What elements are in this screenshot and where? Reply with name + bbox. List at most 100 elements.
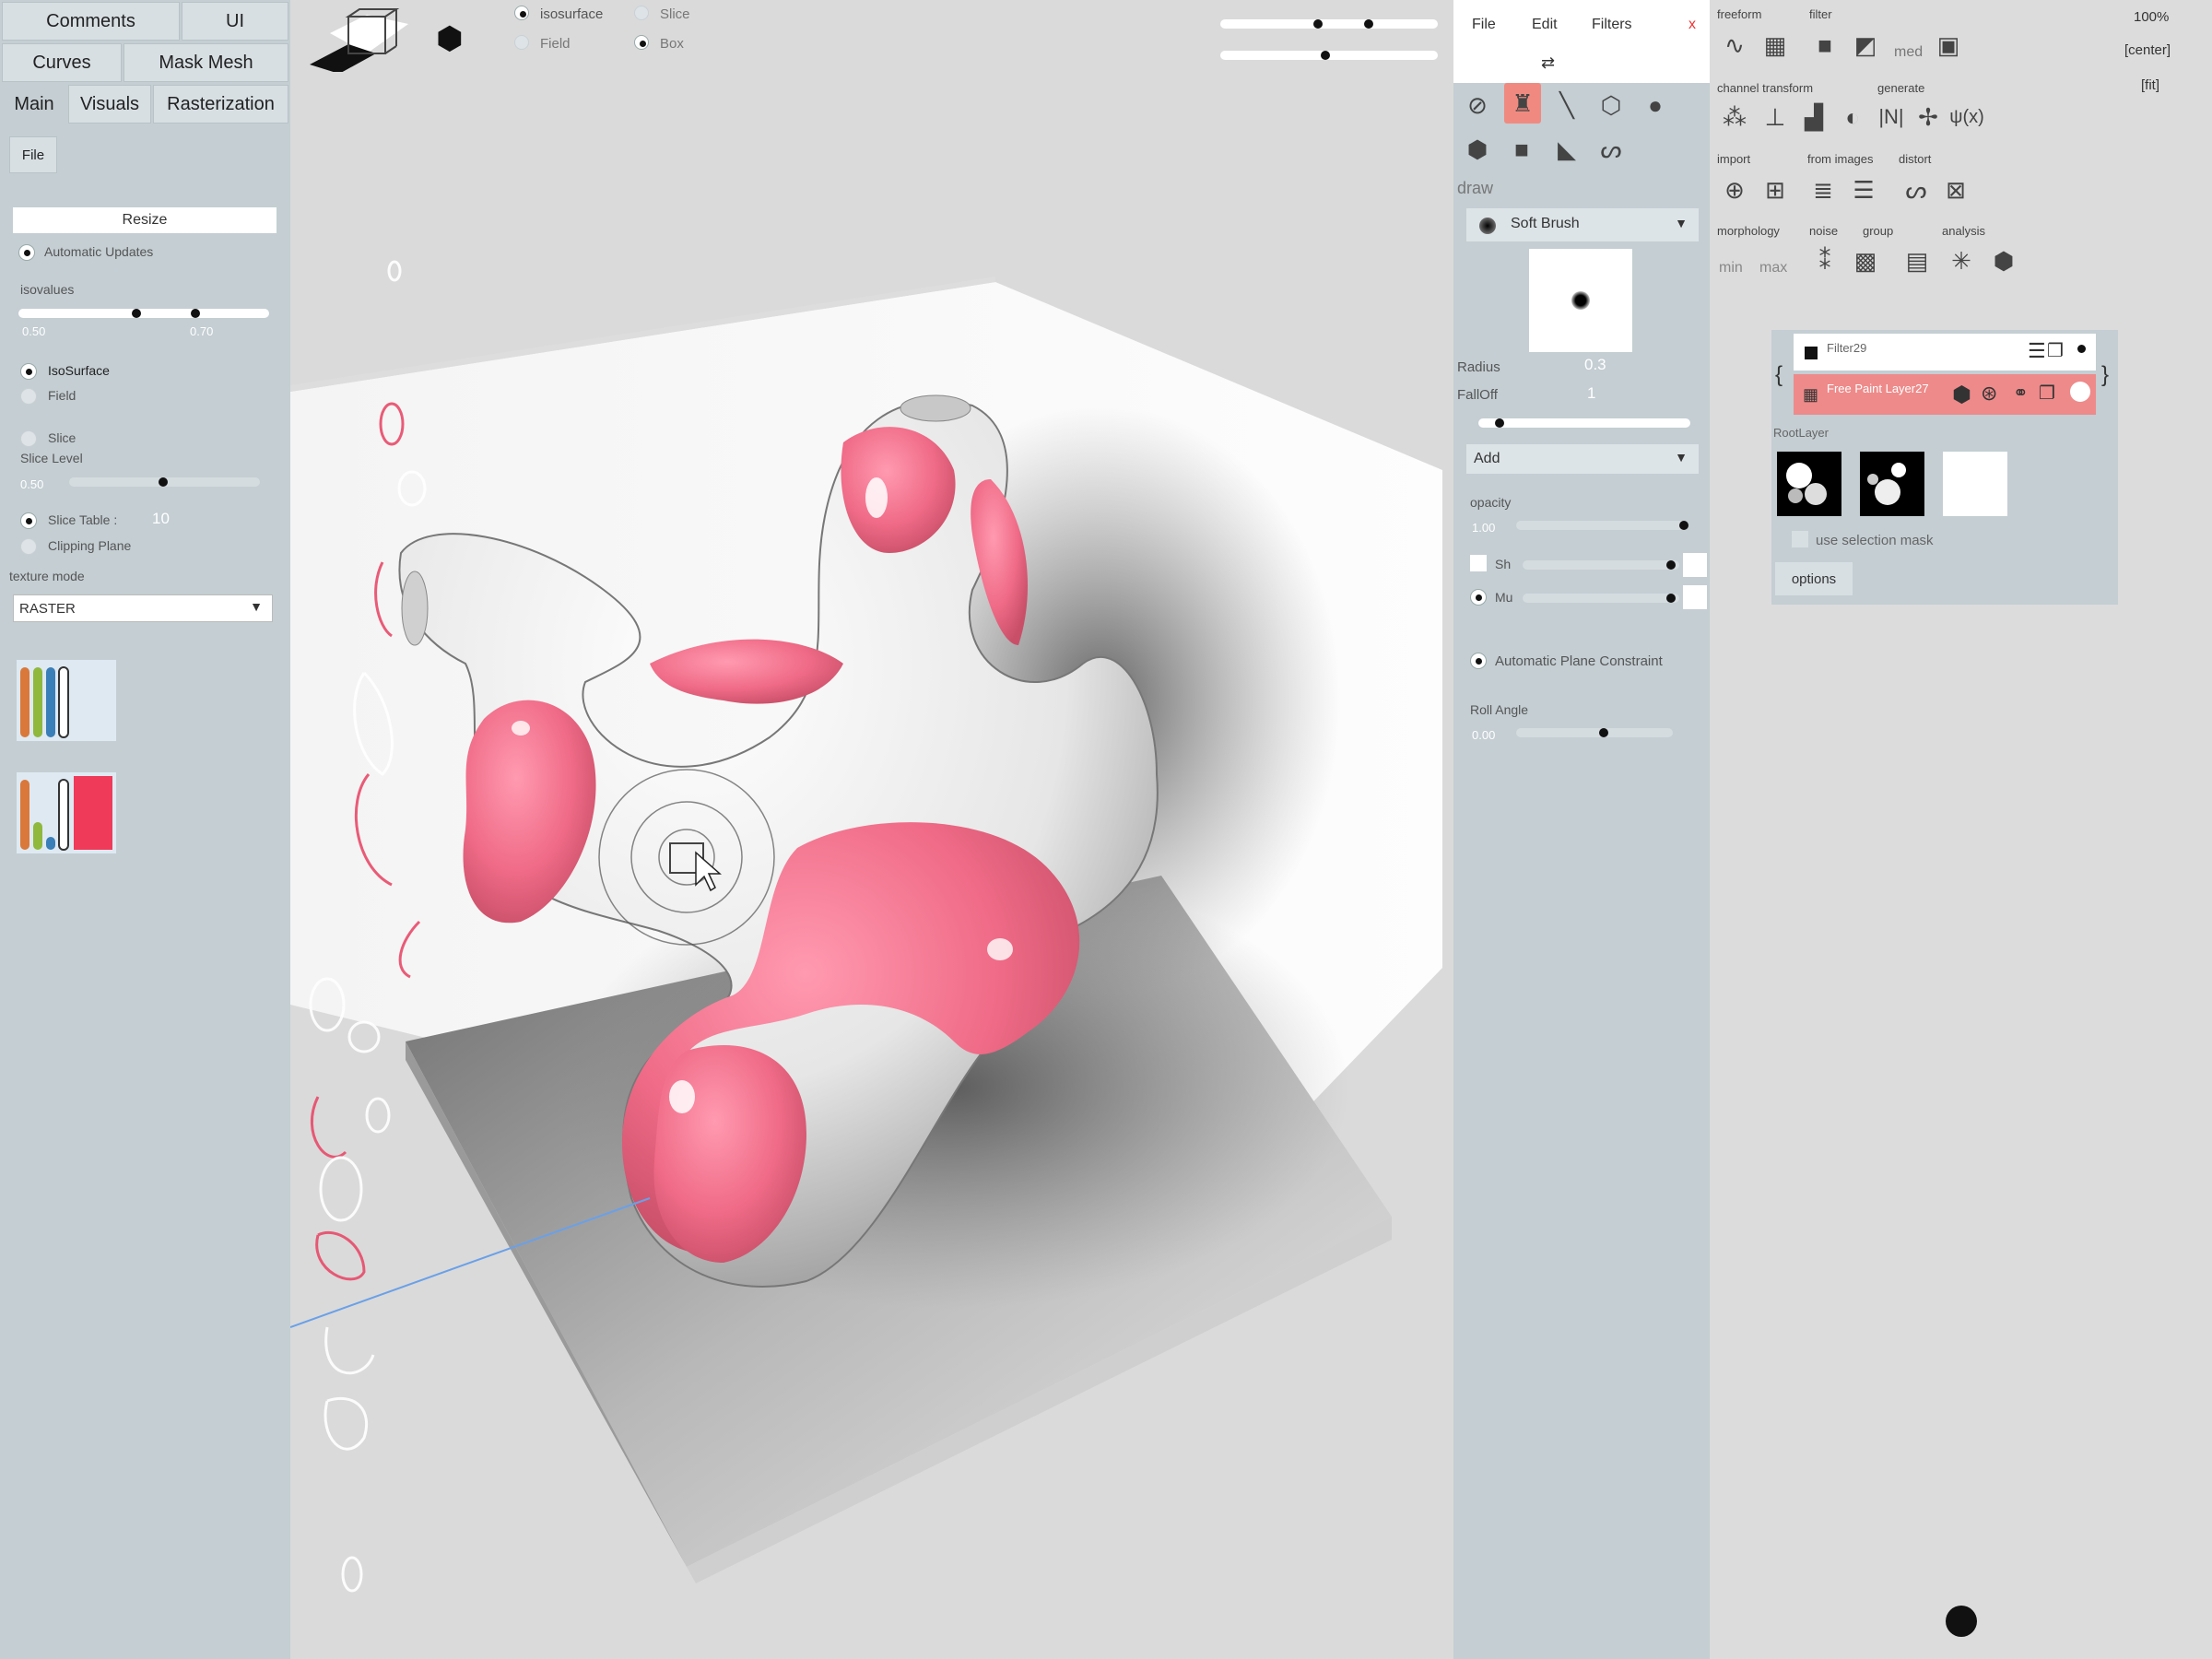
- sh-checkbox[interactable]: [1470, 555, 1487, 571]
- zoom-percent[interactable]: 100%: [2134, 9, 2169, 25]
- radius-value[interactable]: 0.3: [1584, 356, 1606, 374]
- analysis-icon[interactable]: ✳: [1944, 243, 1979, 278]
- stack-images-icon[interactable]: ≣: [1806, 172, 1841, 207]
- opacity-slider[interactable]: [1516, 521, 1687, 530]
- hexagon-icon[interactable]: ⬢: [1986, 243, 2021, 278]
- slice-table-radio[interactable]: [20, 512, 37, 529]
- filter-layer-row[interactable]: Filter29 ☰ ❐: [1794, 334, 2096, 371]
- roll-angle-handle[interactable]: [1599, 728, 1608, 737]
- layer-thumbnail-3[interactable]: [1943, 452, 2007, 516]
- list-icon[interactable]: ☰: [2028, 339, 2046, 363]
- normalize-icon[interactable]: |N|: [1874, 100, 1909, 135]
- noise-grid-icon[interactable]: ▩: [1848, 243, 1883, 278]
- close-icon[interactable]: x: [1688, 17, 1696, 33]
- isosurface-view-radio[interactable]: [514, 6, 529, 20]
- field-radio[interactable]: [20, 388, 37, 405]
- zoom-fit[interactable]: [fit]: [2141, 77, 2159, 93]
- view-slider-1-handle-b[interactable]: [1364, 19, 1373, 29]
- tab-comments[interactable]: Comments: [2, 2, 180, 41]
- layer-thumbnail-2[interactable]: [1860, 452, 1924, 516]
- mu-color-swatch[interactable]: [1683, 585, 1707, 609]
- copy-icon[interactable]: ❐: [2047, 339, 2064, 362]
- filter-square-icon[interactable]: ■: [1807, 28, 1842, 63]
- layers-stack-icon[interactable]: ☰: [1846, 172, 1881, 207]
- sh-slider[interactable]: [1523, 560, 1679, 570]
- resize-button[interactable]: Resize: [13, 207, 276, 233]
- brush-size-slider[interactable]: [1478, 418, 1690, 428]
- field-view-radio[interactable]: [514, 35, 529, 50]
- blend-mode-select[interactable]: Add ▼: [1466, 444, 1699, 474]
- tab-rasterization[interactable]: Rasterization: [153, 85, 288, 124]
- roll-angle-slider[interactable]: [1516, 728, 1673, 737]
- automatic-updates-radio[interactable]: [18, 244, 35, 261]
- invert-icon[interactable]: ◐: [1835, 100, 1870, 135]
- options-button[interactable]: options: [1775, 562, 1853, 595]
- box-tool-icon[interactable]: ⬢: [1460, 132, 1495, 167]
- clipping-plane-radio[interactable]: [20, 538, 37, 555]
- 3d-viewport[interactable]: ⬢ isosurface Slice Field Box: [290, 0, 1453, 1659]
- view-mode-cube-icon[interactable]: [302, 7, 413, 72]
- line-icon[interactable]: ╲: [1549, 88, 1584, 123]
- paint-brush-icon[interactable]: ♜: [1504, 83, 1541, 124]
- copy-icon[interactable]: ❐: [2039, 382, 2055, 405]
- visibility-toggle-icon[interactable]: [2070, 382, 2090, 402]
- max-label[interactable]: max: [1759, 260, 1787, 276]
- isovalues-slider[interactable]: [18, 309, 269, 318]
- levels-icon[interactable]: ⊥: [1758, 100, 1793, 135]
- zoom-center[interactable]: [center]: [2124, 42, 2171, 58]
- file-button[interactable]: File: [9, 136, 57, 173]
- brush-size-handle[interactable]: [1495, 418, 1504, 428]
- import-mesh-icon[interactable]: ⊕: [1717, 172, 1752, 207]
- isovalue-low-handle[interactable]: [132, 309, 141, 318]
- menu-file[interactable]: File: [1472, 17, 1496, 33]
- generate-sparkle-icon[interactable]: ✢: [1911, 100, 1946, 135]
- filter-blur-icon[interactable]: ◩: [1848, 28, 1883, 63]
- min-label[interactable]: min: [1719, 260, 1743, 276]
- search-icon[interactable]: ⊛: [1981, 382, 1997, 406]
- box-view-radio[interactable]: [634, 35, 649, 50]
- layer-thumbnail-1[interactable]: [1777, 452, 1841, 516]
- grid-icon[interactable]: ▦: [1758, 28, 1793, 63]
- visibility-dot-icon[interactable]: [2077, 345, 2086, 353]
- slice-radio[interactable]: [20, 430, 37, 447]
- med-label[interactable]: med: [1894, 44, 1923, 61]
- mu-slider[interactable]: [1523, 594, 1679, 603]
- opacity-handle[interactable]: [1679, 521, 1688, 530]
- slice-level-handle[interactable]: [159, 477, 168, 487]
- box-view-icon[interactable]: ⬢: [436, 20, 464, 57]
- import-image-icon[interactable]: ⊞: [1758, 172, 1793, 207]
- noise-icon[interactable]: ⁑: [1807, 243, 1842, 278]
- mu-radio[interactable]: [1470, 589, 1487, 606]
- palette-swatch-icon[interactable]: [17, 660, 116, 741]
- sh-handle[interactable]: [1666, 560, 1676, 570]
- link-icon[interactable]: ⚭: [2013, 382, 2029, 405]
- slice-table-value[interactable]: 10: [152, 510, 170, 528]
- swirl-icon[interactable]: ᔕ: [1899, 172, 1934, 207]
- view-slider-1[interactable]: [1220, 19, 1438, 29]
- automatic-plane-radio[interactable]: [1470, 653, 1487, 669]
- tab-main[interactable]: Main: [2, 85, 66, 124]
- tab-mask-mesh[interactable]: Mask Mesh: [124, 43, 288, 82]
- mu-handle[interactable]: [1666, 594, 1676, 603]
- paint-layer-row[interactable]: ▦ Free Paint Layer27 ⬢ ⊛ ⚭ ❐: [1794, 374, 2096, 415]
- falloff-value[interactable]: 1: [1587, 384, 1595, 403]
- view-slider-1-handle-a[interactable]: [1313, 19, 1323, 29]
- twist-icon[interactable]: ᔕ: [1594, 132, 1629, 167]
- frame-icon[interactable]: ▣: [1931, 28, 1966, 63]
- menu-edit[interactable]: Edit: [1532, 17, 1558, 33]
- tab-curves[interactable]: Curves: [2, 43, 122, 82]
- histogram-swatch-icon[interactable]: [17, 772, 116, 853]
- sh-color-swatch[interactable]: [1683, 553, 1707, 577]
- tab-visuals[interactable]: Visuals: [68, 85, 151, 124]
- sphere-icon[interactable]: ●: [1638, 88, 1673, 123]
- freeform-curve-icon[interactable]: ∿: [1717, 28, 1752, 63]
- menu-filters[interactable]: Filters: [1592, 17, 1632, 33]
- isovalue-high-handle[interactable]: [191, 309, 200, 318]
- fill-icon[interactable]: ■: [1504, 132, 1539, 167]
- channel-split-icon[interactable]: ⁂: [1717, 100, 1752, 135]
- selection-mask-checkbox[interactable]: [1792, 531, 1808, 547]
- warp-icon[interactable]: ⊠: [1938, 172, 1973, 207]
- cube-icon[interactable]: ⬢: [1952, 382, 1971, 408]
- cube-icon[interactable]: ⬡: [1594, 88, 1629, 123]
- function-icon[interactable]: ψ(x): [1949, 100, 1984, 135]
